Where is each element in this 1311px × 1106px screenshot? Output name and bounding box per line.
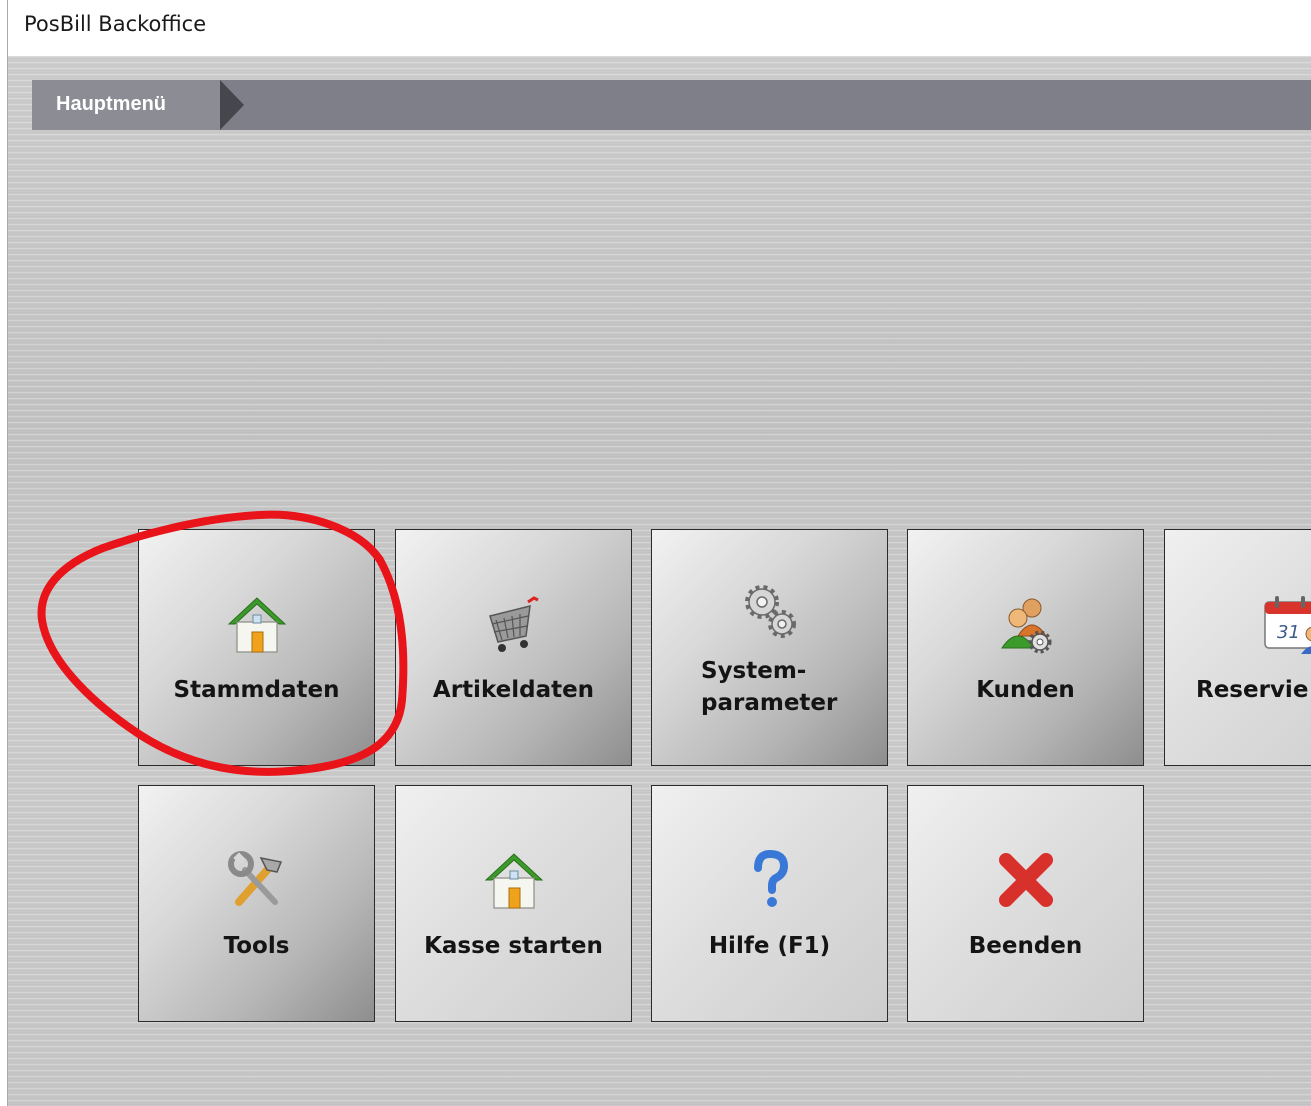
breadcrumb-arrow-icon — [220, 80, 244, 130]
tile-label: Kasse starten — [424, 933, 603, 959]
tools-icon — [227, 851, 282, 906]
tile-hilfe[interactable]: Hilfe (F1) — [651, 785, 888, 1022]
tile-beenden[interactable]: Beenden — [907, 785, 1144, 1022]
tile-label: System- parameter — [701, 658, 838, 716]
window-title: PosBill Backoffice — [24, 12, 207, 36]
shopping-cart-icon — [488, 596, 539, 652]
gears-icon — [744, 585, 796, 638]
tile-label: Tools — [223, 933, 290, 959]
question-mark-icon — [753, 849, 788, 907]
tile-label: Stammdaten — [173, 677, 340, 703]
tile-artikeldaten[interactable]: Artikeldaten — [395, 529, 632, 766]
tile-label: Beenden — [968, 933, 1083, 959]
close-x-icon — [998, 853, 1053, 907]
house-icon — [227, 597, 286, 653]
tile-label: Kunden — [976, 677, 1075, 703]
tile-label: Reservie — [1196, 677, 1309, 703]
tile-systemparameter[interactable]: System- parameter — [651, 529, 888, 766]
tile-reservierung[interactable]: 31 Reservie — [1164, 529, 1311, 766]
users-gear-icon — [1000, 598, 1051, 654]
title-bar: PosBill Backoffice — [0, 0, 1311, 56]
tile-tools[interactable]: Tools — [138, 785, 375, 1022]
main-area: Hauptmenü Stammdaten Artikeldaten System… — [8, 56, 1311, 1106]
breadcrumb-item-hauptmenu[interactable]: Hauptmenü — [32, 80, 220, 130]
tile-label: Artikeldaten — [432, 677, 595, 703]
calendar-user-icon: 31 — [1264, 596, 1311, 654]
breadcrumb-item-label: Hauptmenü — [56, 93, 166, 115]
app-window: PosBill Backoffice Hauptmenü Stammdaten — [0, 0, 1311, 1106]
tile-label: Hilfe (F1) — [708, 933, 831, 959]
tile-stammdaten[interactable]: Stammdaten — [138, 529, 375, 766]
calendar-day-text: 31 — [1277, 622, 1300, 643]
tile-kunden[interactable]: Kunden — [907, 529, 1144, 766]
breadcrumb: Hauptmenü — [32, 80, 1311, 130]
tile-kasse-starten[interactable]: Kasse starten — [395, 785, 632, 1022]
house-icon — [484, 853, 543, 909]
